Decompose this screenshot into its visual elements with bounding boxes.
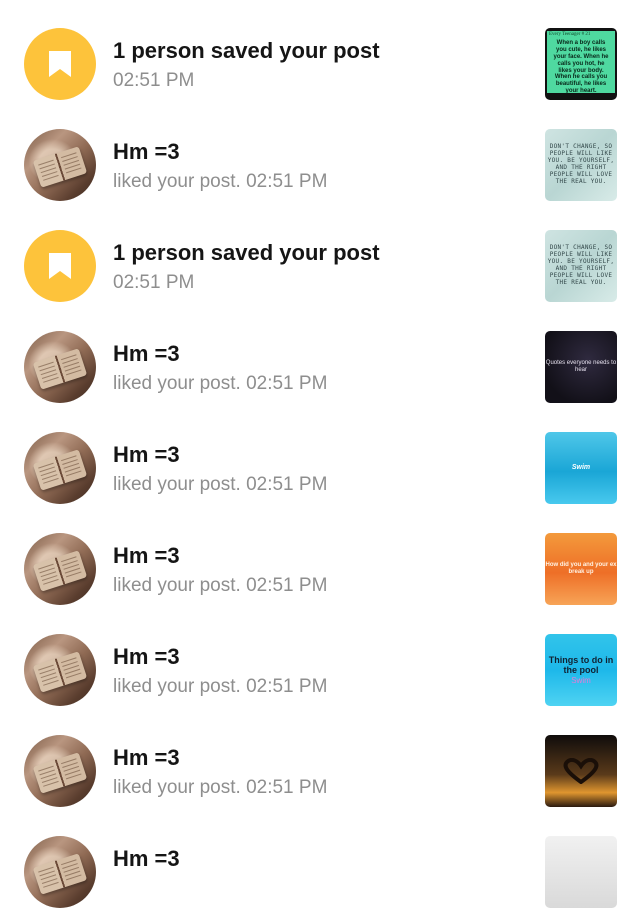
post-thumbnail[interactable]: DON'T CHANGE, SO PEOPLE WILL LIKE YOU. B… [545,230,617,302]
notification-title: 1 person saved your post [113,38,380,63]
notification-text: liked your post. 02:51 PM [113,676,328,697]
notification-row[interactable]: 1 person saved your post 02:51 PM Every … [0,0,640,101]
user-name: Hm =3 [113,846,180,871]
post-thumbnail[interactable] [545,735,617,807]
user-avatar[interactable] [24,432,96,504]
user-avatar[interactable] [24,634,96,706]
user-name: Hm =3 [113,139,180,164]
bookmark-badge [24,28,96,100]
thumbnail-text: How did you and your ex break up [545,562,617,575]
user-avatar[interactable] [24,533,96,605]
thumbnail-text: When a boy calls you cute, he likes your… [553,40,609,95]
notification-row[interactable]: 1 person saved your post 02:51 PM DON'T … [0,202,640,303]
notification-row[interactable]: Hm =3 [0,808,640,909]
notification-list: 1 person saved your post 02:51 PM Every … [0,0,640,909]
user-name: Hm =3 [113,442,180,467]
post-thumbnail[interactable]: DON'T CHANGE, SO PEOPLE WILL LIKE YOU. B… [545,129,617,201]
notification-row[interactable]: Hm =3 liked your post. 02:51 PM [0,707,640,808]
notification-text: liked your post. 02:51 PM [113,373,328,394]
notification-text: liked your post. 02:51 PM [113,777,328,798]
post-thumbnail[interactable] [545,836,617,908]
notification-text: liked your post. 02:51 PM [113,171,328,192]
thumbnail-text: DON'T CHANGE, SO PEOPLE WILL LIKE YOU. B… [547,143,615,185]
user-avatar[interactable] [24,836,96,908]
notification-time: 02:51 PM [113,70,195,91]
notification-row[interactable]: Hm =3 liked your post. 02:51 PM Things t… [0,606,640,707]
thumbnail-text: Things to do in the pool [548,655,614,676]
bookmark-icon [49,253,71,279]
user-name: Hm =3 [113,341,180,366]
notification-time: 02:51 PM [113,272,195,293]
thumbnail-text: Swim [571,463,591,471]
post-thumbnail[interactable]: Things to do in the pool Swim [545,634,617,706]
heart-hands-icon [563,758,599,784]
post-thumbnail[interactable]: Quotes everyone needs to hear [545,331,617,403]
bookmark-badge [24,230,96,302]
user-name: Hm =3 [113,543,180,568]
notification-title: 1 person saved your post [113,240,380,265]
notification-row[interactable]: Hm =3 liked your post. 02:51 PM Quotes e… [0,303,640,404]
user-name: Hm =3 [113,745,180,770]
thumbnail-text: DON'T CHANGE, SO PEOPLE WILL LIKE YOU. B… [547,244,615,286]
thumbnail-text: Quotes everyone needs to hear [545,360,617,373]
notification-text: liked your post. 02:51 PM [113,474,328,495]
post-thumbnail[interactable]: How did you and your ex break up [545,533,617,605]
post-thumbnail[interactable]: Every Teenager # 21 When a boy calls you… [545,28,617,100]
thumbnail-header: Every Teenager # 21 [549,32,591,37]
thumbnail-subtext: Swim [571,675,591,685]
post-thumbnail[interactable]: Swim [545,432,617,504]
user-avatar[interactable] [24,331,96,403]
notification-row[interactable]: Hm =3 liked your post. 02:51 PM Swim [0,404,640,505]
notification-text: liked your post. 02:51 PM [113,575,328,596]
notification-row[interactable]: Hm =3 liked your post. 02:51 PM DON'T CH… [0,101,640,202]
bookmark-icon [49,51,71,77]
user-avatar[interactable] [24,129,96,201]
user-name: Hm =3 [113,644,180,669]
notification-row[interactable]: Hm =3 liked your post. 02:51 PM How did … [0,505,640,606]
user-avatar[interactable] [24,735,96,807]
